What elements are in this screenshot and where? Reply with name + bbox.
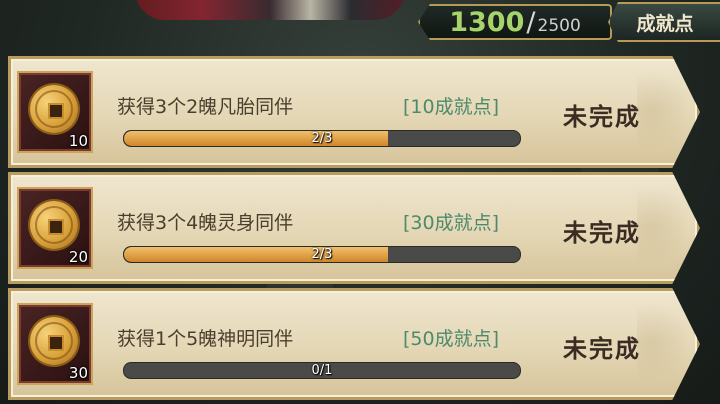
reward-count: 20 — [68, 248, 88, 266]
copper-coin-icon — [30, 317, 78, 365]
achievement-name: 获得3个4魄灵身同伴 — [117, 212, 294, 234]
progress-text: 2/3 — [311, 247, 333, 262]
copper-coin-icon — [30, 85, 78, 133]
progress-bar: 0/1 — [123, 362, 521, 379]
progress-bar: 2/3 — [123, 246, 521, 263]
points-separator: / — [526, 6, 536, 38]
achievement-name: 获得3个2魄凡胎同伴 — [117, 96, 294, 118]
points-counter: 1300 / 2500 — [418, 4, 612, 40]
copper-coin-icon — [30, 201, 78, 249]
points-title: 成就点 — [608, 2, 720, 42]
achievement-points: [10成就点] — [403, 96, 500, 118]
reward-count: 30 — [68, 364, 88, 382]
achievement-points: [50成就点] — [403, 328, 500, 350]
achievement-points-header: 1300 / 2500 成就点 — [400, 0, 720, 42]
achievement-points: [30成就点] — [403, 212, 500, 234]
status-label: 未完成 — [563, 218, 641, 247]
current-points: 1300 — [449, 6, 525, 38]
status-label: 未完成 — [563, 102, 641, 131]
reward-icon-frame[interactable]: 20 — [17, 187, 93, 269]
progress-text: 2/3 — [311, 131, 333, 146]
reward-count: 10 — [68, 132, 88, 150]
reward-icon-frame[interactable]: 30 — [17, 303, 93, 385]
achievement-name: 获得1个5魄神明同伴 — [117, 328, 294, 350]
reward-icon-frame[interactable]: 10 — [17, 71, 93, 153]
character-portrait — [135, 0, 405, 20]
achievement-card[interactable]: 20 获得3个4魄灵身同伴 [30成就点] 2/3 未完成 — [8, 172, 700, 284]
achievement-card[interactable]: 30 获得1个5魄神明同伴 [50成就点] 0/1 未完成 — [8, 288, 700, 400]
status-label: 未完成 — [563, 334, 641, 363]
progress-bar: 2/3 — [123, 130, 521, 147]
achievement-card[interactable]: 10 获得3个2魄凡胎同伴 [10成就点] 2/3 未完成 — [8, 56, 700, 168]
max-points: 2500 — [537, 16, 581, 36]
progress-text: 0/1 — [311, 363, 333, 378]
